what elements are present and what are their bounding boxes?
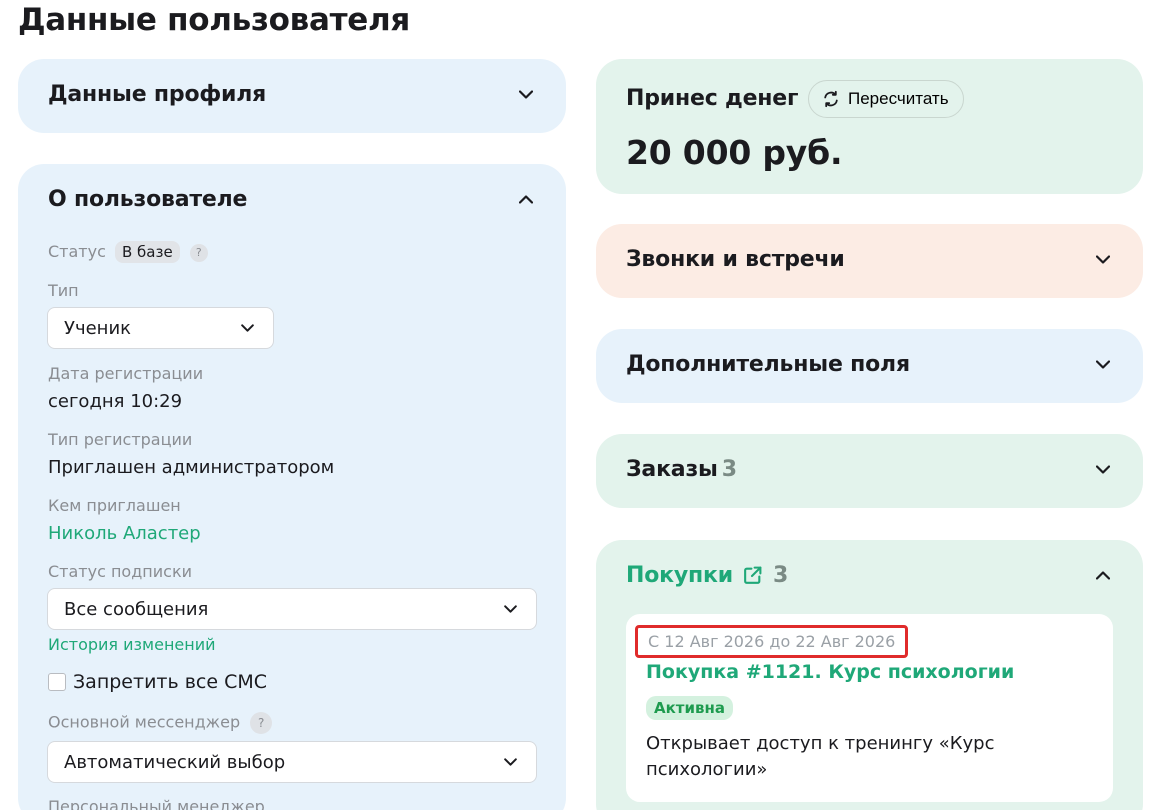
purchases-section: Покупки 3 С 12 Авг 2026 до 22 Авг 2026 П…	[596, 540, 1143, 810]
chevron-down-icon[interactable]	[1093, 355, 1113, 375]
messenger-select-value: Автоматический выбор	[64, 751, 286, 773]
profile-section[interactable]: Данные профиля	[18, 59, 566, 133]
orders-count: 3	[721, 457, 737, 482]
help-icon[interactable]: ?	[189, 243, 208, 262]
calls-section-header[interactable]: Звонки и встречи	[626, 247, 1113, 272]
status-badge: В базе	[114, 241, 180, 263]
subscription-select[interactable]: Все сообщения	[47, 588, 537, 630]
subscription-label: Статус подписки	[48, 562, 192, 581]
refresh-icon	[824, 90, 838, 108]
about-user-title: О пользователе	[48, 187, 248, 212]
recalc-button[interactable]: Пересчитать	[808, 80, 964, 118]
chevron-down-icon[interactable]	[1093, 460, 1113, 480]
about-user-header[interactable]: О пользователе	[48, 187, 536, 212]
history-link[interactable]: История изменений	[48, 635, 216, 654]
purchases-section-header[interactable]: Покупки 3	[626, 563, 1113, 588]
purchases-count: 3	[772, 563, 789, 588]
type-select[interactable]: Ученик	[47, 307, 274, 349]
extra-fields-title: Дополнительные поля	[626, 352, 910, 377]
purchase-date-range: С 12 Авг 2026 до 22 Авг 2026	[635, 625, 909, 658]
chevron-down-icon	[237, 318, 257, 338]
block-sms-row[interactable]: Запретить все СМС	[48, 671, 267, 693]
reg-type-value: Приглашен администратором	[48, 457, 335, 478]
money-amount: 20 000 руб.	[626, 133, 843, 172]
reg-date-value: сегодня 10:29	[48, 391, 183, 412]
about-user-section: О пользователе Статус В базе ? Тип Учени…	[18, 164, 566, 810]
chevron-up-icon[interactable]	[1093, 566, 1113, 586]
profile-section-title: Данные профиля	[48, 82, 267, 107]
purchases-title-row: Покупки 3	[626, 563, 788, 588]
type-label: Тип	[48, 281, 79, 300]
subscription-select-value: Все сообщения	[64, 598, 209, 620]
chevron-down-icon	[500, 752, 520, 772]
type-select-value: Ученик	[64, 317, 132, 339]
orders-title: Заказы	[626, 457, 718, 482]
reg-date-label: Дата регистрации	[48, 364, 204, 383]
chevron-up-icon[interactable]	[516, 190, 536, 210]
purchase-item: С 12 Авг 2026 до 22 Авг 2026 Покупка #11…	[626, 614, 1113, 802]
help-icon[interactable]: ?	[250, 712, 273, 734]
extra-fields-section[interactable]: Дополнительные поля	[596, 329, 1143, 403]
purchase-status-badge: Активна	[646, 696, 733, 720]
recalc-button-label: Пересчитать	[848, 89, 949, 108]
orders-section[interactable]: Заказы 3	[596, 434, 1143, 508]
money-title: Принес денег	[626, 86, 799, 111]
status-row: Статус В базе ?	[48, 241, 208, 263]
messenger-label: Основной мессенджер	[48, 712, 241, 732]
chevron-down-icon[interactable]	[516, 85, 536, 105]
status-label: Статус	[48, 242, 106, 261]
messenger-row: Основной мессенджер ?	[48, 712, 273, 734]
chevron-down-icon[interactable]	[1093, 250, 1113, 270]
purchase-description: Открывает доступ к тренингу «Курс психол…	[646, 733, 995, 780]
chevron-down-icon	[500, 599, 520, 619]
purchases-title[interactable]: Покупки	[626, 563, 733, 588]
orders-title-row: Заказы 3	[626, 457, 737, 482]
external-link-icon[interactable]	[742, 565, 763, 586]
block-sms-checkbox[interactable]	[48, 673, 66, 691]
invited-by-link[interactable]: Николь Аластер	[48, 523, 201, 544]
purchase-title-link[interactable]: Покупка #1121. Курс психологии	[646, 661, 1014, 683]
profile-section-header[interactable]: Данные профиля	[48, 82, 536, 107]
block-sms-label: Запретить все СМС	[73, 671, 268, 693]
messenger-select[interactable]: Автоматический выбор	[47, 741, 537, 783]
orders-section-header[interactable]: Заказы 3	[626, 457, 1113, 482]
calls-section[interactable]: Звонки и встречи	[596, 224, 1143, 298]
calls-section-title: Звонки и встречи	[626, 247, 845, 272]
extra-fields-header[interactable]: Дополнительные поля	[626, 352, 1113, 377]
manager-label: Персональный менеджер	[48, 797, 265, 810]
invited-by-label: Кем приглашен	[48, 496, 181, 515]
page-title: Данные пользователя	[18, 2, 410, 38]
reg-type-label: Тип регистрации	[48, 430, 193, 449]
money-section: Принес денег Пересчитать 20 000 руб.	[596, 59, 1143, 194]
